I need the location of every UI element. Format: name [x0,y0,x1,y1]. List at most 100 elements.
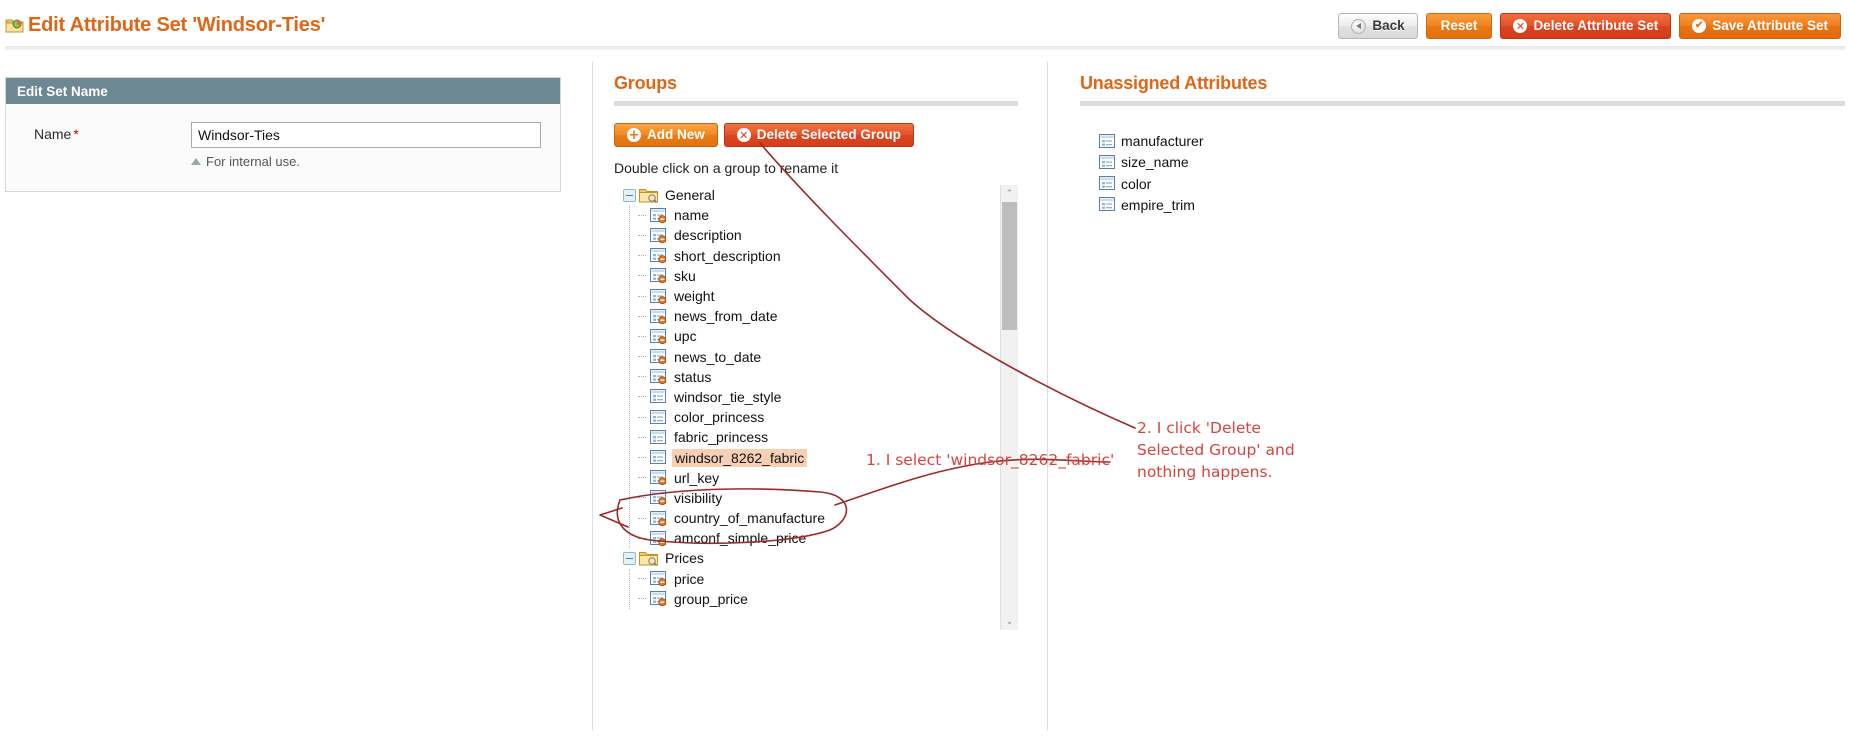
tree-attribute-item[interactable]: description [614,225,1000,245]
name-hint-text: For internal use. [206,154,300,169]
name-field-row: Name* For internal use. [6,122,560,169]
tree-attribute-label: url_key [672,469,721,487]
tree-attribute-label: windsor_tie_style [672,388,783,406]
scrollbar-thumb[interactable] [1002,202,1017,330]
tree-branch-line [638,336,646,337]
unassigned-attributes-list[interactable]: manufacturer size_namecolor empire_trim [1080,131,1847,215]
tree-attribute-label: short_description [672,247,783,265]
tree-branch-line [638,356,646,357]
circle-plus-icon: + [627,128,641,142]
name-field-hint: For internal use. [191,154,560,169]
unassigned-attribute-item[interactable]: color [1099,173,1847,194]
tree-branch-line [638,296,646,297]
tree-attribute-item[interactable]: price [614,569,1000,589]
edit-set-name-panel: Edit Set Name Name* For internal use. [5,77,561,192]
header-button-bar: Back Reset ✕ Delete Attribute Set ✔ Save… [1338,13,1841,39]
system-attribute-icon [650,490,667,505]
tree-attribute-item[interactable]: upc [614,326,1000,346]
tree-attribute-item[interactable]: url_key [614,468,1000,488]
edit-attribute-set-page: Edit Attribute Set 'Windsor-Ties' Back R… [0,0,1849,740]
name-field-label: Name* [34,122,191,142]
add-new-group-button[interactable]: + Add New [614,123,718,147]
unassigned-attributes-title: Unassigned Attributes [1080,73,1847,94]
tree-branch-line [638,376,646,377]
tree-attribute-item[interactable]: sku [614,266,1000,286]
system-attribute-icon [650,268,667,283]
tree-branch-line [638,417,646,418]
folder-icon [639,187,658,203]
attribute-icon [650,410,667,425]
tree-attribute-label: fabric_princess [672,428,770,446]
unassigned-attribute-item[interactable]: size_name [1099,152,1847,173]
scroll-up-arrow-icon[interactable]: ⌃ [1001,185,1018,202]
folder-icon [639,550,658,566]
tree-branch-line [638,497,646,498]
tree-attribute-label: sku [672,267,698,285]
groups-tree[interactable]: Generalnamedescription short_descriptions… [614,185,1000,630]
hint-triangle-icon [191,158,201,165]
tree-attribute-item[interactable]: fabric_princess [614,427,1000,447]
tree-group-prices[interactable]: Prices [614,548,1000,568]
unassigned-attribute-label: manufacturer [1121,133,1203,149]
tree-attribute-label: description [672,226,744,244]
delete-attribute-set-button[interactable]: ✕ Delete Attribute Set [1500,13,1671,39]
tree-group-general[interactable]: General [614,185,1000,205]
required-marker: * [73,126,78,142]
back-button[interactable]: Back [1338,13,1417,39]
groups-tree-scrollbar[interactable]: ⌃ ⌄ [1000,185,1018,630]
attribute-set-icon [5,16,24,34]
tree-children: namedescription short_descriptionsku weigh… [614,205,1000,548]
groups-toolbar: + Add New ✕ Delete Selected Group [614,123,1047,147]
tree-attribute-item[interactable]: windsor_tie_style [614,387,1000,407]
unassigned-attributes-column: Unassigned Attributes manufacturer size_n… [1047,62,1847,730]
tree-attribute-label: weight [672,287,716,305]
tree-branch-line [638,255,646,256]
tree-branch-line [638,457,646,458]
tree-attribute-label: news_from_date [672,307,780,325]
circle-x-icon: ✕ [737,128,751,142]
tree-branch-line [638,518,646,519]
tree-attribute-label: color_princess [672,408,766,426]
delete-selected-group-button[interactable]: ✕ Delete Selected Group [724,123,914,147]
tree-attribute-item[interactable]: amconf_simple_price [614,528,1000,548]
scroll-down-arrow-icon[interactable]: ⌄ [1001,613,1018,630]
reset-button-label: Reset [1441,19,1478,33]
tree-collapse-toggle-icon[interactable] [623,189,636,202]
tree-attribute-item[interactable]: color_princess [614,407,1000,427]
tree-attribute-item[interactable]: status [614,367,1000,387]
tree-attribute-item[interactable]: weight [614,286,1000,306]
tree-collapse-toggle-icon[interactable] [623,552,636,565]
tree-branch-line [638,538,646,539]
tree-attribute-item[interactable]: country_of_manufacture [614,508,1000,528]
tree-attribute-item[interactable]: visibility [614,488,1000,508]
circle-x-icon: ✕ [1513,19,1527,33]
tree-attribute-item[interactable]: group_price [614,589,1000,609]
tree-attribute-item[interactable]: news_from_date [614,306,1000,326]
tree-branch-line [638,275,646,276]
attribute-icon [650,389,667,404]
attribute-icon [650,430,667,445]
system-attribute-icon [650,248,667,263]
unassigned-attribute-item[interactable]: manufacturer [1099,131,1847,152]
unassigned-attribute-item[interactable]: empire_trim [1099,195,1847,216]
save-attribute-set-button[interactable]: ✔ Save Attribute Set [1679,13,1841,39]
system-attribute-icon [650,349,667,364]
attribute-set-name-input[interactable] [191,122,541,148]
unassigned-attribute-label: color [1121,176,1151,192]
tree-attribute-item[interactable]: windsor_8262_fabric [614,447,1000,467]
system-attribute-icon [650,329,667,344]
tree-branch-line [638,437,646,438]
tree-children: pricegroup_price [614,569,1000,609]
unassigned-divider [1080,101,1845,106]
tree-branch-line [638,477,646,478]
tree-attribute-item[interactable]: news_to_date [614,347,1000,367]
tree-attribute-item[interactable]: name [614,205,1000,225]
tree-branch-line [638,396,646,397]
tree-attribute-label-selected: windsor_8262_fabric [672,449,807,467]
system-attribute-icon [650,531,667,546]
tree-attribute-item[interactable]: short_description [614,246,1000,266]
groups-tree-wrapper: Generalnamedescription short_descriptions… [614,185,1018,630]
reset-button[interactable]: Reset [1426,13,1493,39]
attribute-icon [1099,134,1116,149]
back-button-label: Back [1372,19,1404,33]
